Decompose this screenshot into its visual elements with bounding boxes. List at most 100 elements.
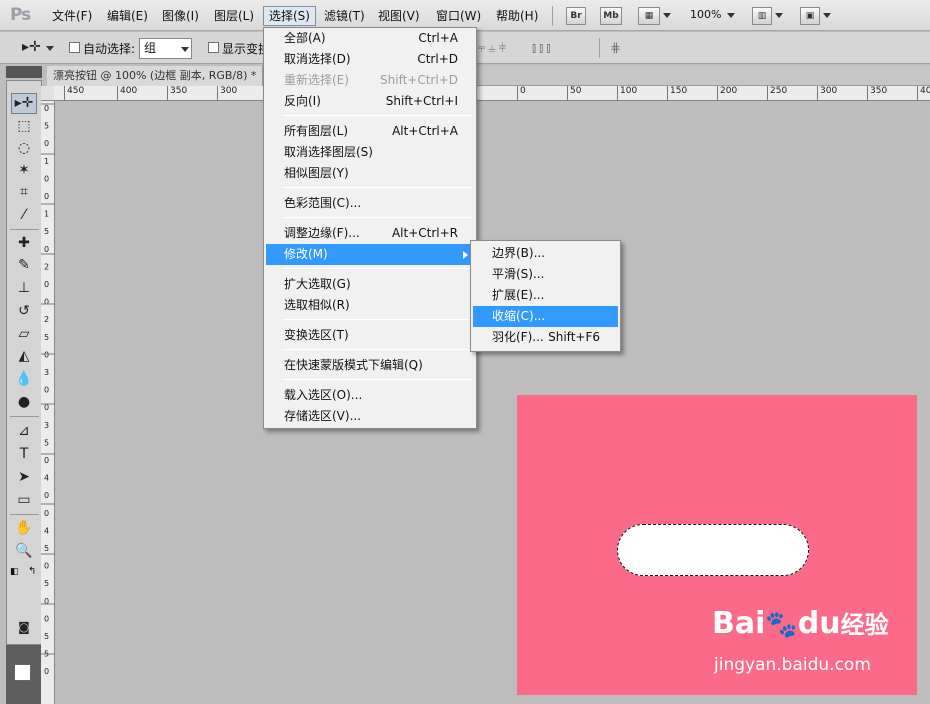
bridge-button[interactable]: Br xyxy=(566,7,586,25)
menu-item-modify[interactable]: 修改(M) xyxy=(266,244,474,265)
menu-item-all-layers[interactable]: 所有图层(L) Alt+Ctrl+A xyxy=(266,121,474,142)
vertical-ruler[interactable]: 050100150200250300350400450500550 xyxy=(41,101,55,704)
brush-tool-icon[interactable]: ✎ xyxy=(11,255,37,276)
foreground-color-swatch[interactable] xyxy=(14,664,31,681)
menu-item-quick-mask[interactable]: 在快速蒙版模式下编辑(Q) xyxy=(266,355,474,376)
ruler-tick: 350 xyxy=(867,86,887,101)
hand-tool-icon[interactable]: ✋ xyxy=(11,518,37,539)
marquee-tool-icon[interactable]: ⬚ xyxy=(11,116,37,137)
menu-help[interactable]: 帮助(H) xyxy=(491,6,543,26)
tool-preset-dropdown-icon[interactable] xyxy=(46,46,54,51)
menu-item-feather[interactable]: 羽化(F)... Shift+F6 xyxy=(473,327,618,348)
ruler-label: 450 xyxy=(67,86,85,96)
menu-filter[interactable]: 滤镜(T) xyxy=(319,6,370,26)
move-tool-icon[interactable]: ▸✛ xyxy=(11,93,37,114)
menu-item-save-selection[interactable]: 存储选区(V)... xyxy=(266,406,474,427)
swap-colors-icon[interactable]: ↰ xyxy=(28,566,36,577)
ruler-label: 150 xyxy=(670,86,688,96)
align-icons[interactable]: ⫧⫨⫩ xyxy=(478,41,509,56)
quick-mask-icon[interactable]: ◙ xyxy=(11,617,37,638)
type-tool-icon[interactable]: T xyxy=(11,444,37,465)
select-chevron-down-icon xyxy=(181,47,189,52)
screen-mode-button[interactable]: ▣ xyxy=(800,7,820,25)
view-extras-button[interactable]: ▦ xyxy=(638,7,660,25)
auto-align-icon[interactable]: ⋕ xyxy=(610,41,624,56)
menu-item-smooth[interactable]: 平滑(S)... xyxy=(473,264,618,285)
path-selection-tool-icon[interactable]: ➤ xyxy=(11,467,37,488)
menu-item-load-selection[interactable]: 载入选区(O)... xyxy=(266,385,474,406)
auto-select-target-select[interactable]: 组 xyxy=(139,38,192,59)
healing-brush-tool-icon[interactable]: ✚ xyxy=(11,233,37,254)
history-brush-tool-icon[interactable]: ↺ xyxy=(11,301,37,322)
paint-bucket-tool-icon[interactable]: ◭ xyxy=(11,346,37,367)
menu-item-reselect[interactable]: 重新选择(E) Shift+Ctrl+D xyxy=(266,70,474,91)
rounded-selection-marquee[interactable] xyxy=(617,524,809,576)
jingyan-text: 经验 xyxy=(840,611,889,639)
blur-tool-icon[interactable]: 💧 xyxy=(11,369,37,390)
menu-item-similar-layers[interactable]: 相似图层(Y) xyxy=(266,163,474,184)
ruler-origin[interactable] xyxy=(41,86,55,101)
crop-tool-icon[interactable]: ⌗ xyxy=(11,182,37,203)
menu-item-color-range[interactable]: 色彩范围(C)... xyxy=(266,193,474,214)
menu-item-deselect-layers[interactable]: 取消选择图层(S) xyxy=(266,142,474,163)
menu-separator xyxy=(282,115,472,116)
eraser-tool-icon[interactable]: ▱ xyxy=(11,324,37,345)
ruler-digit: 0 xyxy=(44,491,49,500)
default-colors-icon[interactable]: ◧ xyxy=(10,567,19,577)
ruler-tick: 100 xyxy=(617,86,637,101)
menu-layer[interactable]: 图层(L) xyxy=(209,6,259,26)
arrange-documents-button[interactable]: ▥ xyxy=(752,7,772,25)
screen-mode-dropdown-icon[interactable] xyxy=(823,13,831,18)
zoom-tool-icon[interactable]: 🔍 xyxy=(11,541,37,562)
magic-wand-tool-icon[interactable]: ✶ xyxy=(11,160,37,181)
arrange-dropdown-icon[interactable] xyxy=(775,13,783,18)
mini-bridge-button[interactable]: Mb xyxy=(600,7,622,25)
ruler-label: 400 xyxy=(120,86,138,96)
menu-item-label: 存储选区(V)... xyxy=(284,409,362,423)
move-tool-preset-icon[interactable]: ▸✛ xyxy=(22,39,41,55)
ruler-digit: 1 xyxy=(44,210,49,219)
menu-item-deselect[interactable]: 取消选择(D) Ctrl+D xyxy=(266,49,474,70)
view-extras-dropdown-icon[interactable] xyxy=(663,13,671,18)
menu-view[interactable]: 视图(V) xyxy=(373,6,425,26)
distribute-icons[interactable]: ⫾⫾⫾ xyxy=(532,41,553,56)
menu-separator xyxy=(282,379,472,380)
pen-tool-icon[interactable]: ⊿ xyxy=(11,421,37,442)
ruler-digit: 5 xyxy=(44,333,49,342)
toolbox-header[interactable] xyxy=(6,66,42,78)
menu-window[interactable]: 窗口(W) xyxy=(431,6,486,26)
menu-file[interactable]: 文件(F) xyxy=(47,6,97,26)
menu-item-refine-edge[interactable]: 调整边缘(F)... Alt+Ctrl+R xyxy=(266,223,474,244)
eyedropper-tool-icon[interactable]: ⁄ xyxy=(11,205,37,226)
auto-select-checkbox[interactable] xyxy=(69,42,80,53)
ruler-digit: 0 xyxy=(44,280,49,289)
menu-edit[interactable]: 编辑(E) xyxy=(102,6,153,26)
menu-item-inverse[interactable]: 反向(I) Shift+Ctrl+I xyxy=(266,91,474,112)
document-tab[interactable]: 漂亮按钮 @ 100% (边框 副本, RGB/8) * xyxy=(47,66,264,86)
ruler-digit: 0 xyxy=(44,298,49,307)
horizontal-ruler[interactable]: 450 400 350 300 0 50 100 150 200 250 300… xyxy=(54,86,930,101)
zoom-dropdown-icon[interactable] xyxy=(727,13,735,18)
menu-item-contract[interactable]: 收缩(C)... xyxy=(473,306,618,327)
lasso-tool-icon[interactable]: ◌ xyxy=(11,138,37,159)
paw-icon: 🐾 xyxy=(765,610,798,640)
ruler-digit: 0 xyxy=(44,386,49,395)
menu-item-border[interactable]: 边界(B)... xyxy=(473,243,618,264)
shape-tool-icon[interactable]: ▭ xyxy=(11,490,37,511)
menu-item-similar[interactable]: 选取相似(R) xyxy=(266,295,474,316)
menu-item-transform-selection[interactable]: 变换选区(T) xyxy=(266,325,474,346)
menu-image[interactable]: 图像(I) xyxy=(157,6,204,26)
modify-submenu: 边界(B)... 平滑(S)... 扩展(E)... 收缩(C)... 羽化(F… xyxy=(470,240,621,352)
menu-item-expand[interactable]: 扩展(E)... xyxy=(473,285,618,306)
dodge-tool-icon[interactable]: ● xyxy=(11,392,37,413)
zoom-level[interactable]: 100% xyxy=(690,8,721,21)
ruler-label: 0 xyxy=(520,86,526,96)
menu-item-grow[interactable]: 扩大选取(G) xyxy=(266,274,474,295)
show-transform-checkbox[interactable] xyxy=(208,42,219,53)
auto-select-label: 自动选择: xyxy=(83,42,136,56)
menu-select[interactable]: 选择(S) xyxy=(263,6,316,26)
menu-item-select-all[interactable]: 全部(A) Ctrl+A xyxy=(266,28,474,49)
clone-stamp-tool-icon[interactable]: ⊥ xyxy=(11,278,37,299)
ruler-tick: 450 xyxy=(64,86,84,101)
ruler-digit: 5 xyxy=(44,632,49,641)
